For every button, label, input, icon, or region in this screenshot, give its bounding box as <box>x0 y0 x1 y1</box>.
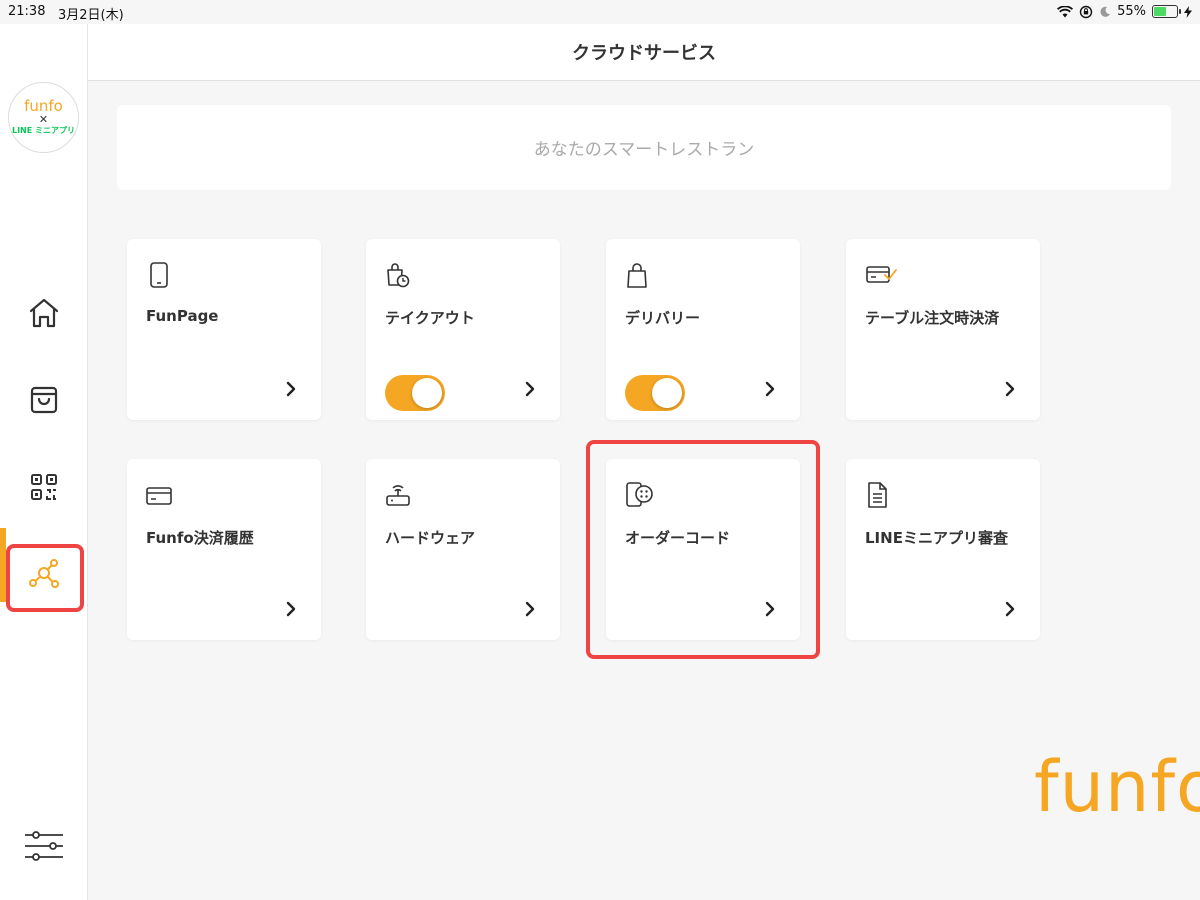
chevron-right-icon <box>286 601 296 617</box>
status-date: 3月2日(木) <box>58 8 124 23</box>
wifi-icon <box>1057 5 1074 17</box>
takeout-bag-clock-icon <box>387 263 410 288</box>
logo-x-text: ✕ <box>38 113 49 126</box>
sidebar-item-orders[interactable] <box>8 370 80 430</box>
sidebar-item-qr-code[interactable] <box>8 457 80 517</box>
sidebar-highlight-annotation <box>6 544 84 612</box>
logo-line-text: LINE ミニアプリ <box>11 126 76 135</box>
battery-fill <box>1154 7 1167 16</box>
chevron-right-icon <box>525 601 535 617</box>
sidebar-active-tab <box>0 552 6 602</box>
card-label: Funfo決済履歴 <box>146 529 254 547</box>
qr-code-icon <box>31 474 57 500</box>
card-label: テーブル注文時決済 <box>865 309 1000 327</box>
card-hardware[interactable]: ハードウェア <box>366 459 560 640</box>
battery-icon <box>1152 5 1181 18</box>
card-label: ハードウェア <box>385 529 476 547</box>
card-line-mini-app-review[interactable]: LINEミニアプリ審査 <box>846 459 1040 640</box>
card-funpage[interactable]: FunPage <box>127 239 321 420</box>
status-indicators: 55% <box>1057 4 1192 19</box>
phone-icon <box>150 262 168 288</box>
credit-card-icon <box>146 487 172 505</box>
router-icon <box>386 485 410 506</box>
chevron-right-icon <box>525 381 535 397</box>
charging-bolt-icon <box>1184 5 1192 18</box>
orientation-lock-icon <box>1079 5 1093 18</box>
sliders-icon <box>25 831 63 861</box>
battery-percent: 55% <box>1117 4 1146 19</box>
toggle-knob <box>412 378 442 408</box>
status-time: 21:38 <box>8 4 46 19</box>
toggle-knob <box>652 378 682 408</box>
card-funfo-payment-history[interactable]: Funfo決済履歴 <box>127 459 321 640</box>
card-label: LINEミニアプリ審査 <box>865 529 1008 547</box>
card-table-order-payment[interactable]: テーブル注文時決済 <box>846 239 1040 420</box>
card-label: デリバリー <box>625 309 701 327</box>
home-icon <box>29 298 59 328</box>
chevron-right-icon <box>1005 381 1015 397</box>
card-takeout[interactable]: テイクアウト <box>366 239 560 420</box>
card-label: FunPage <box>146 307 219 325</box>
delivery-toggle[interactable] <box>625 375 685 411</box>
card-check-icon <box>866 266 897 283</box>
card-label: テイクアウト <box>385 309 475 327</box>
takeout-toggle[interactable] <box>385 375 445 411</box>
funfo-line-logo[interactable]: funfo ✕ LINE ミニアプリ <box>8 82 79 153</box>
chevron-right-icon <box>1005 601 1015 617</box>
logo-funfo-text: funfo <box>24 97 63 115</box>
chevron-right-icon <box>286 381 296 397</box>
shopping-bag-icon <box>627 263 647 288</box>
funfo-brand-logo: funfo <box>1034 746 1200 828</box>
sidebar: funfo ✕ LINE ミニアプリ <box>0 24 88 900</box>
page-title: クラウドサービス <box>88 24 1200 81</box>
card-delivery[interactable]: デリバリー <box>606 239 800 420</box>
sidebar-item-settings[interactable] <box>8 816 80 876</box>
order-code-highlight-annotation <box>586 440 820 659</box>
document-icon <box>868 482 887 508</box>
status-bar: 21:38 3月2日(木) 55% <box>0 0 1200 24</box>
tagline-banner: あなたのスマートレストラン <box>117 105 1171 190</box>
sidebar-item-home[interactable] <box>8 283 80 343</box>
shopping-bag-icon <box>30 386 58 414</box>
chevron-right-icon <box>765 381 775 397</box>
moon-icon <box>1100 6 1111 17</box>
